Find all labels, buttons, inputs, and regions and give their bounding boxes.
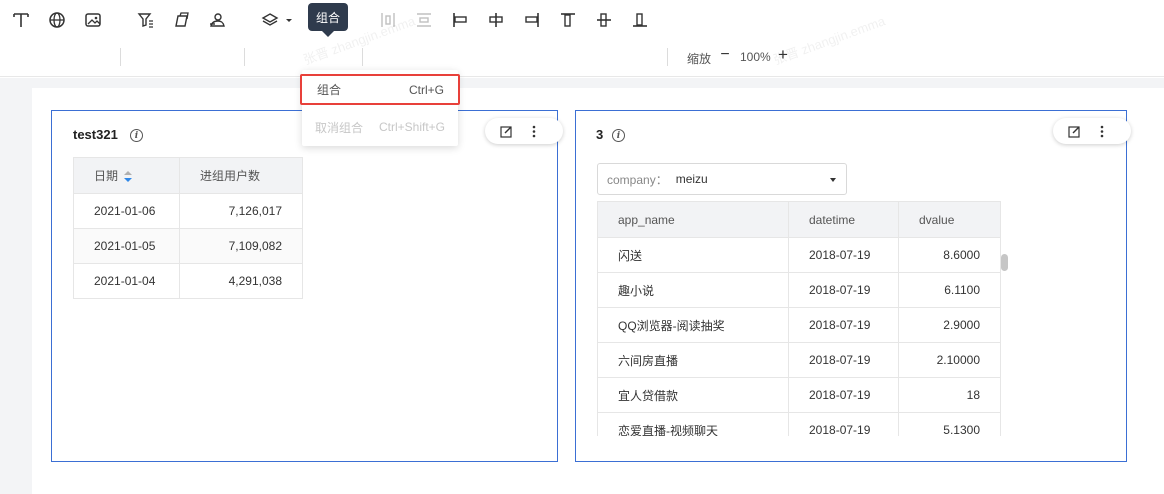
data-table: app_name datetime dvalue 闪送 2018-07-19 8.6… <box>597 201 1001 436</box>
align-center-h-icon[interactable] <box>486 8 506 32</box>
align-top-icon[interactable] <box>558 8 578 32</box>
caret-down-icon <box>830 178 836 182</box>
table-row: 2021-01-04 4,291,038 <box>73 263 303 299</box>
tooltip-arrow <box>322 31 334 37</box>
table-row: 六间房直播 2018-07-19 2.10000 <box>597 342 1001 378</box>
tooltip: 组合 <box>308 3 348 31</box>
table-row: QQ浏览器-阅读抽奖 2018-07-19 2.9000 <box>597 307 1001 343</box>
table-row: 2021-01-06 7,126,017 <box>73 193 303 229</box>
filter-tool-icon[interactable] <box>135 8 157 32</box>
table-header[interactable]: dvalue <box>898 201 1001 238</box>
toolbar-divider <box>244 48 245 66</box>
filter-label: company： <box>607 172 668 187</box>
sort-icon[interactable] <box>124 170 133 183</box>
table-header[interactable]: datetime <box>788 201 899 238</box>
layers-dropdown[interactable] <box>261 8 295 32</box>
table-row: 恋爱直播-视频聊天 2018-07-19 5.1300 <box>597 412 1001 436</box>
zoom-out-button[interactable]: − <box>718 46 732 64</box>
align-left-icon[interactable] <box>450 8 470 32</box>
more-vertical-icon[interactable] <box>1095 124 1109 138</box>
company-filter-select[interactable]: company： meizu <box>597 163 847 195</box>
card-actions <box>1053 118 1131 144</box>
vertical-scrollbar[interactable] <box>1001 254 1008 271</box>
card-title: 3 <box>596 127 604 142</box>
info-icon[interactable]: i <box>612 129 625 142</box>
table-row: 2021-01-05 7,109,082 <box>73 228 303 264</box>
user-card-icon[interactable] <box>206 8 228 32</box>
edit-icon[interactable] <box>1067 124 1081 138</box>
table-row: 趣小说 2018-07-19 6.1100 <box>597 272 1001 308</box>
card-title: test321 <box>73 127 118 142</box>
copy-style-icon[interactable] <box>170 8 192 32</box>
more-vertical-icon[interactable] <box>527 124 541 138</box>
align-bottom-icon[interactable] <box>630 8 650 32</box>
align-middle-v-icon[interactable] <box>594 8 614 32</box>
table-row: 宜人贷借款 2018-07-19 18 <box>597 377 1001 413</box>
filter-value: meizu <box>675 172 708 186</box>
table-header[interactable]: app_name <box>597 201 789 238</box>
align-right-icon[interactable] <box>522 8 542 32</box>
menu-item-group[interactable]: 组合 Ctrl+G <box>300 74 460 105</box>
toolbar-divider <box>667 48 668 66</box>
text-tool-icon[interactable] <box>10 8 32 32</box>
table-header[interactable]: 进组用户数 <box>179 157 303 194</box>
toolbar <box>0 37 1164 77</box>
info-icon[interactable]: i <box>130 129 143 142</box>
web-tool-icon[interactable] <box>46 8 68 32</box>
table-header-date[interactable]: 日期 <box>73 157 180 194</box>
menu-item-ungroup: 取消组合 Ctrl+Shift+G <box>315 120 445 135</box>
group-menu: 组合 Ctrl+G 取消组合 Ctrl+Shift+G <box>300 70 460 146</box>
zoom-label: 缩放 <box>687 52 712 66</box>
toolbar-divider <box>120 48 121 66</box>
table-scroll-area[interactable]: app_name datetime dvalue 闪送 2018-07-19 8.6… <box>597 201 1001 436</box>
image-tool-icon[interactable] <box>82 8 104 32</box>
toolbar-divider <box>362 48 363 66</box>
table-row: 闪送 2018-07-19 8.6000 <box>597 237 1001 273</box>
zoom-value: 100% <box>740 50 771 64</box>
edit-icon[interactable] <box>499 124 513 138</box>
data-table: 日期 进组用户数 2021-01-06 7,126,017 2021-01-05 7… <box>73 157 303 299</box>
card-actions <box>485 118 563 144</box>
